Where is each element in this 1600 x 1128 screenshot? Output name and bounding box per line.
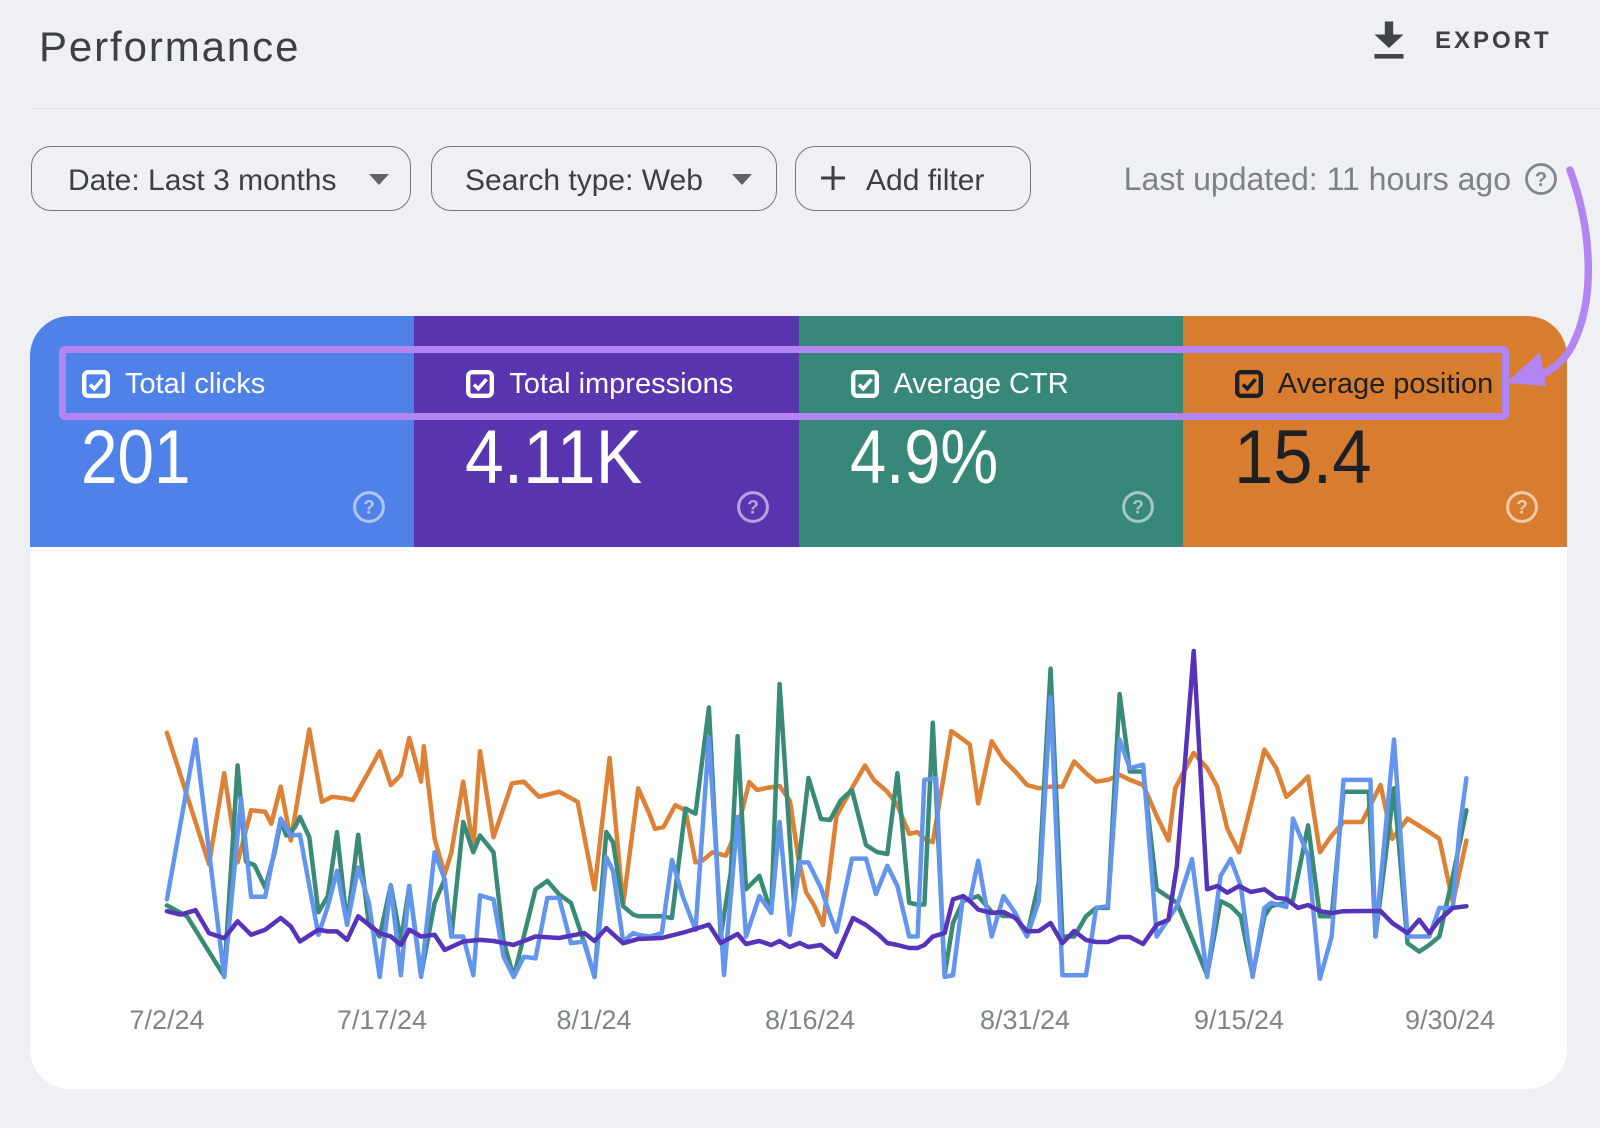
svg-text:?: ? bbox=[1516, 498, 1528, 519]
svg-text:?: ? bbox=[363, 498, 375, 519]
svg-text:?: ? bbox=[747, 498, 759, 519]
svg-text:?: ? bbox=[1132, 498, 1144, 519]
